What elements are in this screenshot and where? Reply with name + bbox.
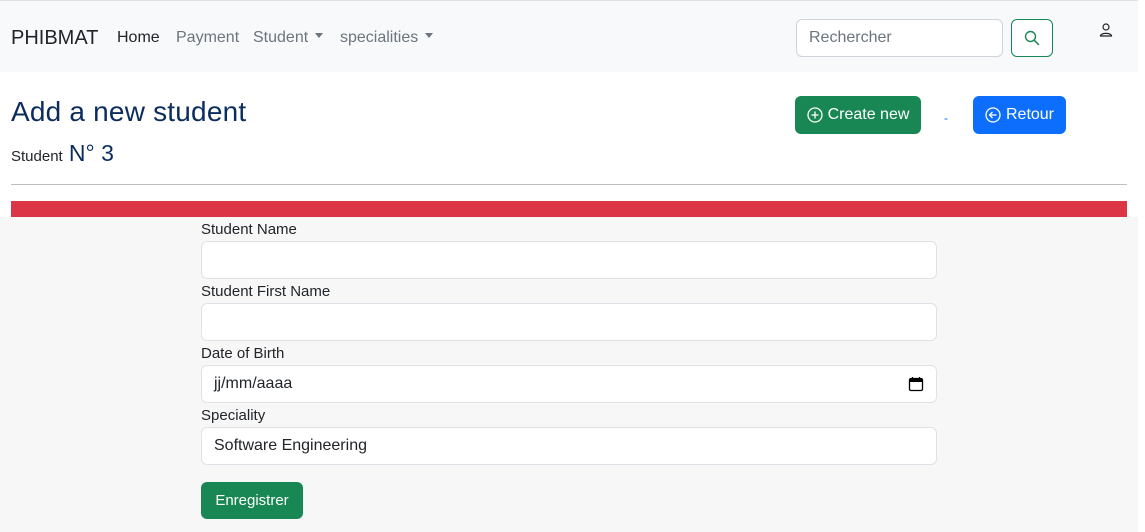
user-icon[interactable] bbox=[1098, 22, 1114, 38]
create-new-label: Create new bbox=[827, 106, 910, 123]
nav-link-home[interactable]: Home bbox=[117, 29, 160, 47]
search-icon bbox=[1024, 30, 1040, 46]
caret-down-icon bbox=[425, 33, 434, 39]
nav-dropdown-student-label: Student bbox=[253, 29, 309, 46]
date-of-birth-input[interactable]: jj/mm/aaaa bbox=[201, 365, 937, 403]
student-number: N° 3 bbox=[68, 140, 114, 166]
speciality-label: Speciality bbox=[201, 407, 266, 424]
student-label: Student bbox=[11, 148, 63, 165]
student-name-input[interactable] bbox=[201, 241, 937, 279]
student-number-line: Student N° 3 bbox=[11, 140, 114, 167]
save-button[interactable]: Enregistrer bbox=[201, 482, 303, 519]
search-input[interactable] bbox=[796, 19, 1003, 57]
speciality-selected: Software Engineering bbox=[214, 437, 367, 454]
create-new-button[interactable]: Create new bbox=[795, 96, 921, 134]
caret-down-icon bbox=[315, 33, 324, 39]
nav-dropdown-student[interactable]: Student bbox=[253, 29, 324, 47]
student-first-name-label: Student First Name bbox=[201, 283, 331, 300]
page-title: Add a new student bbox=[11, 96, 247, 127]
navbar-brand[interactable]: PHIBMAT bbox=[11, 27, 98, 50]
back-button[interactable]: Retour bbox=[973, 96, 1066, 134]
speciality-select[interactable]: Software Engineering bbox=[201, 427, 937, 465]
divider bbox=[11, 184, 1127, 185]
navbar: PHIBMAT Home Payment Student specialitie… bbox=[0, 0, 1138, 72]
alert-bar bbox=[11, 201, 1127, 217]
date-placeholder: jj/mm/aaaa bbox=[214, 375, 293, 392]
header-separator: - bbox=[944, 111, 948, 125]
date-of-birth-label: Date of Birth bbox=[201, 345, 285, 362]
nav-dropdown-specialities[interactable]: specialities bbox=[340, 29, 434, 47]
search-button[interactable] bbox=[1011, 19, 1053, 57]
student-first-name-input[interactable] bbox=[201, 303, 937, 341]
student-name-label: Student Name bbox=[201, 221, 297, 238]
plus-circle-icon bbox=[806, 107, 823, 123]
back-label: Retour bbox=[1005, 106, 1055, 123]
nav-link-payment[interactable]: Payment bbox=[176, 29, 239, 47]
arrow-left-circle-icon bbox=[985, 107, 1001, 123]
nav-dropdown-specialities-label: specialities bbox=[340, 29, 419, 46]
calendar-icon[interactable] bbox=[908, 376, 924, 392]
